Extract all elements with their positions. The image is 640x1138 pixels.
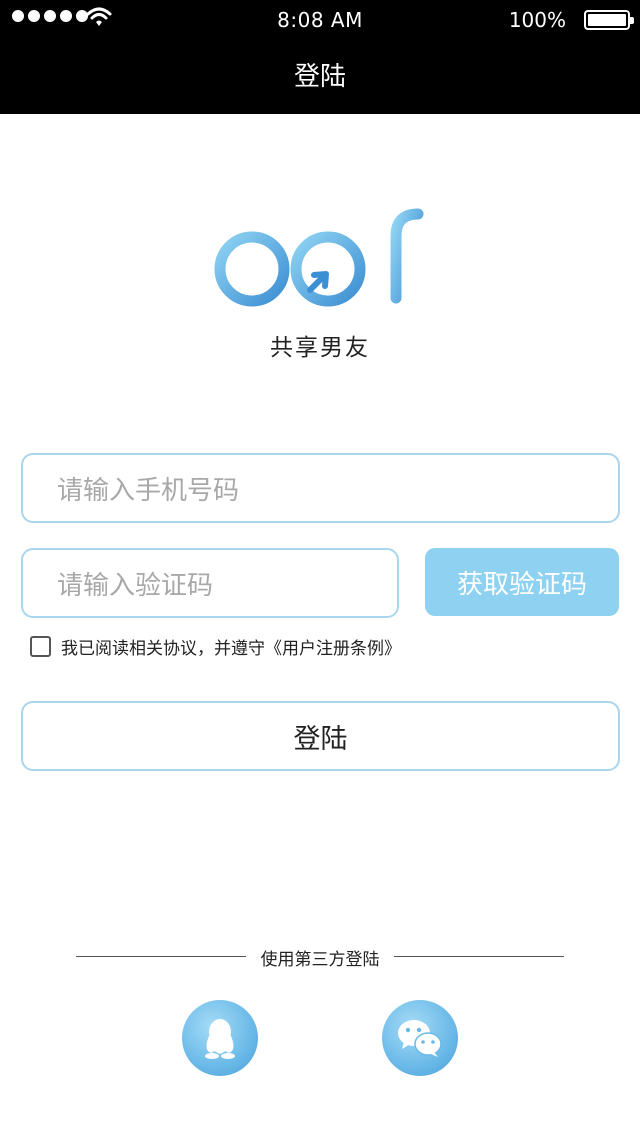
login-button[interactable]: 登陆	[21, 701, 620, 771]
agreement-text[interactable]: 我已阅读相关协议，并遵守《用户注册条例》	[61, 634, 401, 659]
verification-code-input[interactable]: 请输入验证码	[21, 548, 399, 618]
page-title: 登陆	[293, 62, 346, 92]
agreement-row: 我已阅读相关协议，并遵守《用户注册条例》	[30, 634, 401, 659]
brand-tagline: 共享男友	[270, 335, 370, 361]
battery-icon	[584, 10, 634, 30]
bof-logo	[206, 198, 432, 314]
code-placeholder: 请输入验证码	[57, 570, 214, 601]
bof-logo-icon	[214, 204, 432, 307]
divider-right	[394, 956, 564, 957]
wechat-login-button[interactable]	[382, 1000, 458, 1076]
status-and-nav-bar: 8:08 AM 100% 登陆	[0, 0, 640, 114]
qq-login-button[interactable]	[182, 1000, 258, 1076]
get-code-button[interactable]: 获取验证码	[425, 548, 619, 616]
qq-penguin-icon	[205, 1019, 235, 1059]
agreement-checkbox[interactable]	[30, 636, 51, 657]
battery-percentage: 100%	[508, 8, 566, 32]
phone-placeholder: 请输入手机号码	[57, 475, 240, 506]
third-party-label: 使用第三方登陆	[260, 950, 380, 970]
wechat-icon	[398, 1020, 442, 1057]
phone-input[interactable]: 请输入手机号码	[21, 453, 620, 523]
